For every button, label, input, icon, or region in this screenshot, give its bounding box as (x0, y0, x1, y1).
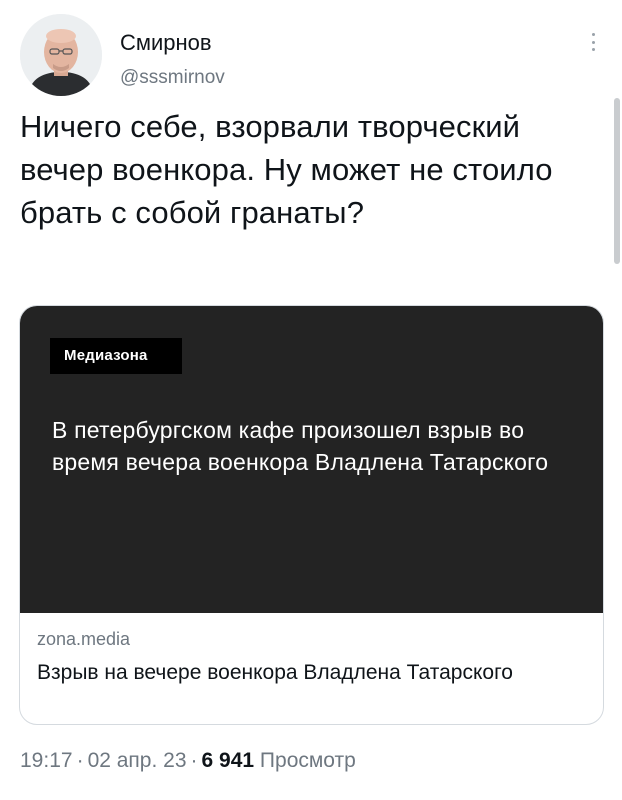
scrollbar[interactable] (614, 98, 620, 264)
tweet-date[interactable]: 02 апр. 23 (88, 749, 187, 772)
avatar[interactable] (20, 14, 102, 96)
meta-separator: · (76, 749, 84, 772)
more-vertical-icon[interactable] (586, 30, 600, 54)
tweet-text: Ничего себе, взорвали творческий вечер в… (20, 109, 553, 230)
card-image: Медиазона В петербургском кафе произошел… (20, 306, 603, 613)
avatar-photo (20, 14, 102, 96)
card-image-headline: В петербургском кафе произошел взрыв во … (52, 417, 549, 475)
card-domain: zona.media (37, 629, 131, 649)
tweet-meta: 19:17 · 02 апр. 23 · 6 941 Просмотр (20, 748, 356, 774)
mediazona-logo: Медиазона (50, 338, 182, 374)
card-title: Взрыв на вечере военкора Владлена Татарс… (37, 661, 513, 684)
views-count[interactable]: 6 941 (202, 749, 255, 772)
views-label[interactable]: Просмотр (260, 749, 356, 772)
meta-separator: · (190, 749, 198, 772)
author-handle[interactable]: @sssmirnov (120, 66, 225, 90)
tweet-time[interactable]: 19:17 (20, 749, 73, 772)
link-preview-card[interactable]: Медиазона В петербургском кафе произошел… (19, 305, 604, 725)
author-display-name[interactable]: Смирнов (120, 30, 212, 56)
